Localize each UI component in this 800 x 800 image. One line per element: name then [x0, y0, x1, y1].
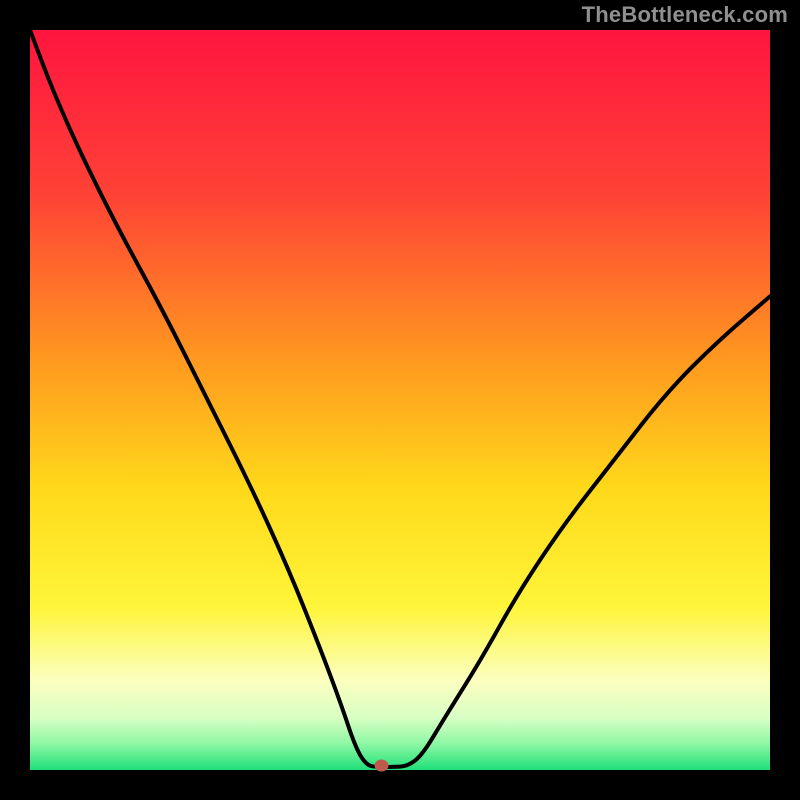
watermark-text: TheBottleneck.com — [582, 2, 788, 28]
bottleneck-marker — [375, 760, 389, 772]
chart-container: TheBottleneck.com — [0, 0, 800, 800]
bottleneck-chart — [0, 0, 800, 800]
